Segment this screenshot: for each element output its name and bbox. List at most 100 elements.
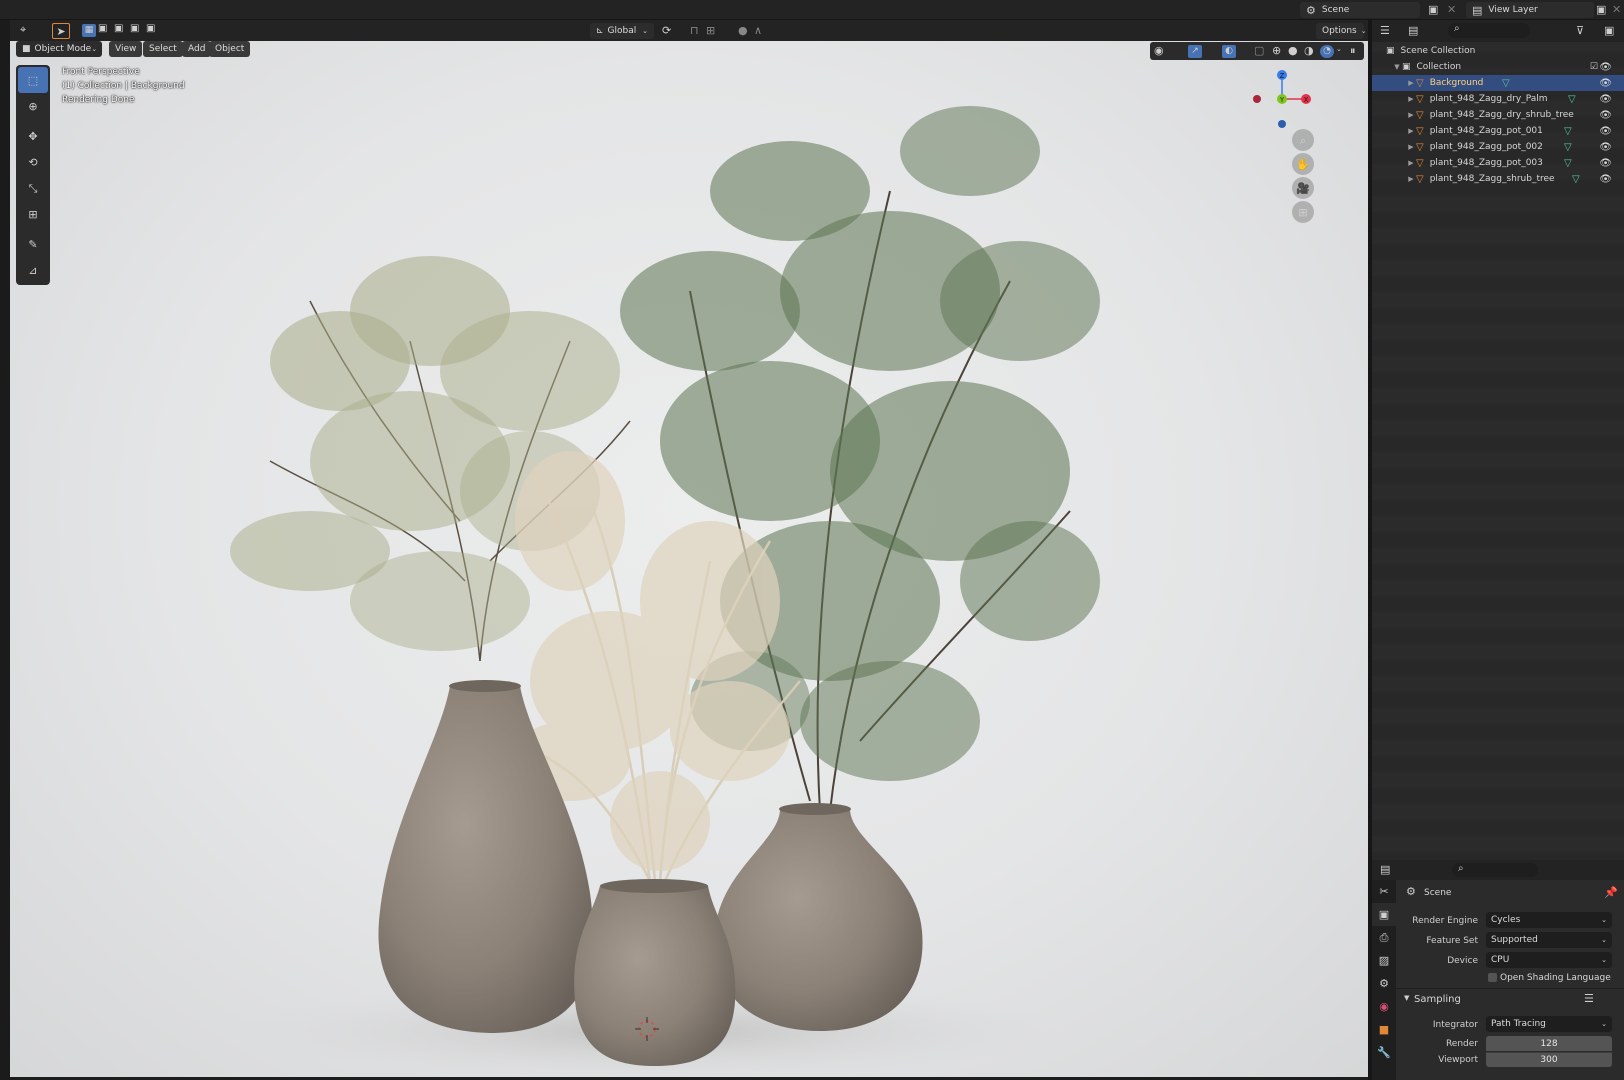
outliner-item[interactable]: ▶ ▽ plant_948_Zagg_pot_001 ▽ 👁 (1372, 123, 1624, 139)
zoom-view-button[interactable]: ⌕ (1292, 129, 1314, 151)
scene-browse-icon[interactable]: ▣ (1428, 4, 1438, 15)
mesh-data-icon[interactable]: ▽ (1564, 158, 1572, 169)
tab-tool[interactable]: ✂ (1372, 880, 1396, 903)
mesh-data-icon[interactable]: ▽ (1502, 78, 1510, 89)
menu-select[interactable]: Select (143, 41, 183, 57)
gizmo-icon[interactable]: ↗ (1188, 45, 1202, 58)
object-mode-dropdown[interactable]: ■ Object Mode ⌄ (16, 41, 102, 57)
overlay-icon[interactable]: ◐ (1222, 45, 1236, 58)
select-mode-subtract-icon[interactable]: ▣ (114, 24, 123, 34)
render-engine-dropdown[interactable]: Cycles ⌄ (1486, 912, 1612, 928)
sampling-panel-header[interactable]: ▼ Sampling ☰ (1396, 988, 1624, 1008)
feature-set-dropdown[interactable]: Supported ⌄ (1486, 932, 1612, 948)
scale-tool[interactable]: ⤡ (18, 175, 48, 201)
properties-search-input[interactable]: ⌕ (1452, 863, 1538, 877)
device-dropdown[interactable]: CPU ⌄ (1486, 952, 1612, 968)
filter-icon[interactable]: ⊽ (1576, 25, 1584, 36)
measure-tool[interactable]: ⊿ (18, 257, 48, 283)
eye-icon[interactable]: 👁 (1599, 78, 1612, 89)
select-box-tool[interactable]: ⬚ (18, 67, 48, 93)
osl-checkbox[interactable] (1488, 973, 1497, 982)
select-mode-extend-icon[interactable]: ▣ (98, 24, 107, 34)
snap-icon[interactable]: ⊓ (690, 25, 699, 36)
select-mode-set-icon[interactable]: ▦ (82, 24, 96, 37)
select-mode-intersect-icon[interactable]: ▣ (146, 24, 155, 34)
navigation-gizmo[interactable]: Z X Y (1246, 63, 1326, 143)
outliner-item[interactable]: ▶ ▽ Background ▽ 👁 (1372, 75, 1624, 91)
eye-icon[interactable]: 👁 (1599, 126, 1612, 137)
menu-object[interactable]: Object (209, 41, 251, 57)
scene-selector[interactable]: ⚙ Scene (1300, 2, 1420, 18)
menu-add[interactable]: Add (182, 41, 212, 57)
falloff-icon[interactable]: ∧ (754, 25, 762, 36)
view-layer-add-icon[interactable]: ▣ (1596, 4, 1606, 15)
wireframe-shading-icon[interactable]: ⊕ (1272, 45, 1281, 56)
collection-row[interactable]: ▼ ▣ Collection ☑ 👁 (1372, 59, 1624, 75)
outliner-editor-icon[interactable]: ☰ (1380, 25, 1390, 36)
solid-shading-icon[interactable]: ● (1288, 45, 1298, 56)
outliner-item[interactable]: ▶ ▽ plant_948_Zagg_shrub_tree ▽ 👁 (1372, 171, 1624, 187)
render-samples-field[interactable]: 128 (1486, 1036, 1612, 1051)
mesh-data-icon[interactable]: ▽ (1568, 94, 1576, 105)
mesh-data-icon[interactable]: ▽ (1564, 126, 1572, 137)
expand-triangle-icon[interactable]: ▶ (1406, 159, 1416, 167)
expand-triangle-icon[interactable]: ▶ (1406, 175, 1416, 183)
pin-icon[interactable]: 📌 (1604, 887, 1618, 898)
mesh-data-icon[interactable]: ▽ (1564, 142, 1572, 153)
mesh-data-icon[interactable]: ▽ (1572, 174, 1580, 185)
material-shading-icon[interactable]: ◑ (1304, 45, 1314, 56)
outliner-item[interactable]: ▶ ▽ plant_948_Zagg_pot_003 ▽ 👁 (1372, 155, 1624, 171)
outliner-item[interactable]: ▶ ▽ plant_948_Zagg_pot_002 ▽ 👁 (1372, 139, 1624, 155)
select-tool-icon[interactable]: ➤ (52, 23, 70, 39)
proportional-edit-icon[interactable]: ● (738, 25, 748, 36)
integrator-dropdown[interactable]: Path Tracing ⌄ (1486, 1016, 1612, 1032)
xray-icon[interactable]: ▢ (1254, 45, 1264, 56)
scene-collection-row[interactable]: ▣ Scene Collection (1372, 43, 1624, 59)
expand-triangle-icon[interactable]: ▶ (1406, 79, 1416, 87)
outliner-item[interactable]: ▶ ▽ plant_948_Zagg_dry_shrub_tree 👁 (1372, 107, 1624, 123)
list-icon[interactable]: ☰ (1584, 993, 1594, 1004)
scene-close-icon[interactable]: ✕ (1447, 4, 1456, 15)
move-tool[interactable]: ✥ (18, 123, 48, 149)
options-dropdown[interactable]: Options ⌄ (1316, 23, 1367, 39)
expand-triangle-icon[interactable]: ▼ (1392, 63, 1402, 71)
eye-icon[interactable]: 👁 (1599, 94, 1612, 105)
transform-tool[interactable]: ⊞ (18, 201, 48, 227)
view-layer-selector[interactable]: ▤ View Layer (1466, 2, 1594, 18)
outliner-item[interactable]: ▶ ▽ plant_948_Zagg_dry_Palm ▽ 👁 (1372, 91, 1624, 107)
checkbox-icon[interactable]: ☑ (1590, 62, 1598, 72)
eye-icon[interactable]: 👁 (1599, 174, 1612, 185)
pause-icon[interactable]: ⏸ (1350, 45, 1356, 56)
visibility-icon[interactable]: ◉ (1154, 45, 1164, 56)
rotate-tool[interactable]: ⟲ (18, 149, 48, 175)
camera-view-button[interactable]: 🎥 (1292, 177, 1314, 199)
view-layer-close-icon[interactable]: ✕ (1612, 4, 1621, 15)
snap-target-icon[interactable]: ⊞ (706, 25, 715, 36)
expand-triangle-icon[interactable]: ▶ (1406, 111, 1416, 119)
viewport-samples-field[interactable]: 300 (1486, 1052, 1612, 1067)
chevron-down-icon[interactable]: ⌄ (1336, 46, 1342, 53)
new-collection-icon[interactable]: ▣ (1604, 25, 1614, 36)
expand-triangle-icon[interactable]: ▶ (1406, 127, 1416, 135)
outliner-search-input[interactable]: ⌕ (1448, 23, 1530, 38)
tab-world[interactable]: ◉ (1372, 995, 1396, 1018)
menu-view[interactable]: View (109, 41, 143, 57)
cursor-tool[interactable]: ⊕ (18, 93, 48, 119)
rendered-shading-icon[interactable]: ◔ (1320, 45, 1334, 58)
eye-icon[interactable]: 👁 (1599, 110, 1612, 121)
annotate-tool[interactable]: ✎ (18, 231, 48, 257)
display-mode-icon[interactable]: ▤ (1408, 25, 1418, 36)
properties-editor-icon[interactable]: ▤ (1380, 864, 1390, 875)
3d-viewport[interactable]: ■ Object Mode ⌄ View Select Add Object ◉… (10, 41, 1368, 1077)
pan-view-button[interactable]: ✋ (1292, 153, 1314, 175)
eye-icon[interactable]: 👁 (1599, 62, 1612, 73)
ortho-toggle-button[interactable]: ⊞ (1292, 201, 1314, 223)
expand-triangle-icon[interactable]: ▶ (1406, 143, 1416, 151)
expand-triangle-icon[interactable]: ▶ (1406, 95, 1416, 103)
select-mode-invert-icon[interactable]: ▣ (130, 24, 139, 34)
eye-icon[interactable]: 👁 (1599, 142, 1612, 153)
tab-scene[interactable]: ⚙ (1372, 972, 1396, 995)
editor-type-icon[interactable]: ⌖ (20, 24, 26, 35)
transform-orientation-dropdown[interactable]: ⊾ Global ⌄ (590, 23, 654, 39)
pivot-point-icon[interactable]: ⟳ (662, 25, 671, 36)
